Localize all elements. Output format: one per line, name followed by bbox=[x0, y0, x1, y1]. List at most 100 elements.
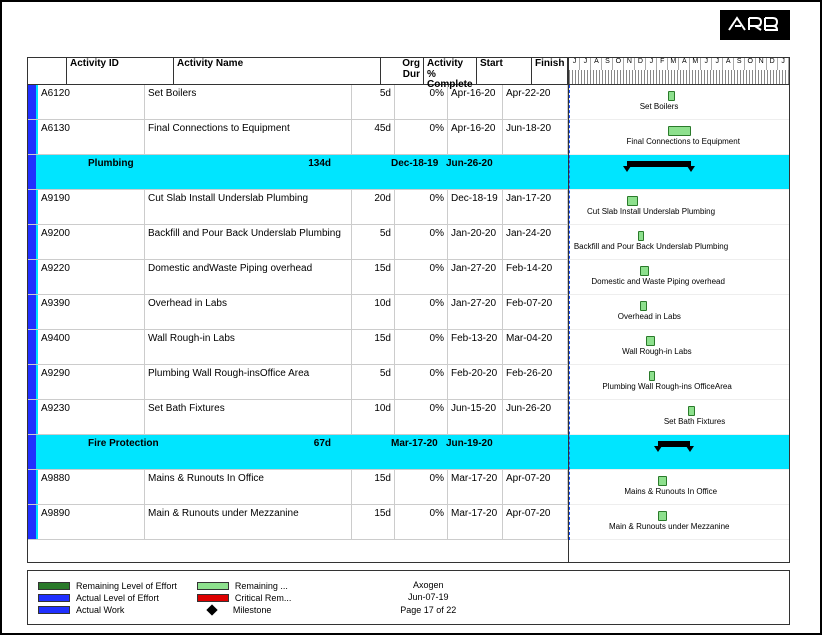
cell-finish: Jun-26-20 bbox=[503, 400, 568, 434]
cell-activity-name: Fire Protection bbox=[85, 435, 292, 469]
cell-pct: 0% bbox=[395, 400, 448, 434]
cell-pct: 0% bbox=[395, 505, 448, 539]
cell-start: Mar-17-20 bbox=[448, 505, 503, 539]
task-bar-label: Backfill and Pour Back Underslab Plumbin… bbox=[574, 242, 728, 251]
cell-finish: Feb-07-20 bbox=[503, 295, 568, 329]
cell-duration: 15d bbox=[352, 470, 395, 504]
cell-activity-id: A9290 bbox=[38, 365, 145, 399]
month-tick: O bbox=[745, 58, 756, 70]
legend-mid: Remaining ... Critical Rem... Milestone bbox=[197, 581, 292, 615]
month-tick: N bbox=[624, 58, 635, 70]
task-bar bbox=[640, 266, 649, 276]
project-name: Axogen bbox=[311, 579, 545, 592]
table-row: A9390Overhead in Labs10d0%Jan-27-20Feb-0… bbox=[28, 295, 568, 330]
cell-duration: 15d bbox=[352, 330, 395, 364]
legend-label: Remaining Level of Effort bbox=[76, 581, 177, 591]
table-row: A9400Wall Rough-in Labs15d0%Feb-13-20Mar… bbox=[28, 330, 568, 365]
task-bar bbox=[638, 231, 644, 241]
gantt-row: Backfill and Pour Back Underslab Plumbin… bbox=[569, 225, 789, 260]
cell-duration: 15d bbox=[352, 505, 395, 539]
month-tick: M bbox=[668, 58, 679, 70]
gantt-row: Final Connections to Equipment bbox=[569, 120, 789, 155]
cell-pct: 0% bbox=[395, 295, 448, 329]
legend-label: Actual Level of Effort bbox=[76, 593, 159, 603]
cell-duration: 134d bbox=[292, 155, 335, 189]
cell-activity-id: A9220 bbox=[38, 260, 145, 294]
cell-activity-id: A9200 bbox=[38, 225, 145, 259]
page: Activity ID Activity Name Org Dur Activi… bbox=[0, 0, 822, 635]
summary-bar bbox=[658, 441, 690, 447]
task-bar bbox=[658, 511, 667, 521]
month-tick: J bbox=[778, 58, 789, 70]
cell-activity-name: Main & Runouts under Mezzanine bbox=[145, 505, 352, 539]
gantt-row: Overhead in Labs bbox=[569, 295, 789, 330]
col-activity-id: Activity ID bbox=[67, 58, 174, 84]
cell-finish: Feb-26-20 bbox=[503, 365, 568, 399]
cell-finish: Jun-26-20 bbox=[443, 155, 568, 189]
col-start: Start bbox=[477, 58, 532, 84]
cell-start: Mar-17-20 bbox=[448, 470, 503, 504]
cell-duration: 10d bbox=[352, 295, 395, 329]
data-columns: Activity ID Activity Name Org Dur Activi… bbox=[28, 58, 569, 562]
gantt-body: Set Boilers Final Connections to Equipmen… bbox=[569, 85, 789, 540]
month-tick: D bbox=[767, 58, 778, 70]
cell-start: Dec-18-19 bbox=[448, 190, 503, 224]
month-tick: S bbox=[734, 58, 745, 70]
cell-activity-name: Backfill and Pour Back Underslab Plumbin… bbox=[145, 225, 352, 259]
col-duration: Org Dur bbox=[381, 58, 424, 84]
cell-pct: 0% bbox=[395, 225, 448, 259]
cell-pct: 0% bbox=[395, 365, 448, 399]
data-date-line bbox=[569, 85, 570, 540]
gantt-row: Set Bath Fixtures bbox=[569, 400, 789, 435]
timescale-hatches bbox=[569, 70, 789, 84]
cell-activity-id: A6130 bbox=[38, 120, 145, 154]
month-tick: A bbox=[591, 58, 602, 70]
task-bar bbox=[640, 301, 647, 311]
task-bar-label: Set Boilers bbox=[640, 102, 679, 111]
cell-start: Jan-27-20 bbox=[448, 295, 503, 329]
cell-pct bbox=[335, 155, 388, 189]
task-bar-label: Final Connections to Equipment bbox=[627, 137, 740, 146]
cell-activity-id: A9390 bbox=[38, 295, 145, 329]
cell-pct: 0% bbox=[395, 190, 448, 224]
cell-activity-id bbox=[38, 155, 85, 189]
cell-finish: Mar-04-20 bbox=[503, 330, 568, 364]
cell-finish: Feb-14-20 bbox=[503, 260, 568, 294]
gantt-row: Cut Slab Install Underslab Plumbing bbox=[569, 190, 789, 225]
cell-finish: Apr-22-20 bbox=[503, 85, 568, 119]
cell-pct: 0% bbox=[395, 85, 448, 119]
col-activity-name: Activity Name bbox=[174, 58, 381, 84]
cell-activity-name: Mains & Runouts In Office bbox=[145, 470, 352, 504]
legend-footer: Remaining Level of Effort Actual Level o… bbox=[27, 570, 790, 625]
legend-label: Remaining ... bbox=[235, 581, 288, 591]
swatch-remaining-loe bbox=[38, 582, 70, 590]
rows-container: A6120Set Boilers5d0%Apr-16-20Apr-22-20A6… bbox=[28, 85, 568, 562]
table-row: A9200Backfill and Pour Back Underslab Pl… bbox=[28, 225, 568, 260]
gantt-row: Main & Runouts under Mezzanine bbox=[569, 505, 789, 540]
gantt-row bbox=[569, 435, 789, 470]
month-tick: S bbox=[602, 58, 613, 70]
swatch-critical bbox=[197, 594, 229, 602]
table-row: A9220Domestic andWaste Piping overhead15… bbox=[28, 260, 568, 295]
cell-finish: Jun-19-20 bbox=[443, 435, 568, 469]
col-pct-complete: Activity % Complete bbox=[424, 58, 477, 84]
cell-start: Dec-18-19 bbox=[388, 155, 443, 189]
cell-activity-name: Wall Rough-in Labs bbox=[145, 330, 352, 364]
swatch-actual-loe bbox=[38, 594, 70, 602]
cell-activity-id: A9880 bbox=[38, 470, 145, 504]
task-bar bbox=[649, 371, 655, 381]
data-date: Jun-07-19 bbox=[311, 591, 545, 604]
gantt-row: Plumbing Wall Rough-ins OfficeArea bbox=[569, 365, 789, 400]
cell-activity-name: Set Boilers bbox=[145, 85, 352, 119]
milestone-icon bbox=[206, 604, 217, 615]
cell-start: Apr-16-20 bbox=[448, 120, 503, 154]
task-bar-label: Main & Runouts under Mezzanine bbox=[609, 522, 730, 531]
cell-activity-name: Plumbing Wall Rough-insOffice Area bbox=[145, 365, 352, 399]
task-bar-label: Wall Rough-in Labs bbox=[622, 347, 692, 356]
month-tick: N bbox=[756, 58, 767, 70]
table-row: A9230Set Bath Fixtures10d0%Jun-15-20Jun-… bbox=[28, 400, 568, 435]
gantt-row: Domestic and Waste Piping overhead bbox=[569, 260, 789, 295]
task-bar-label: Set Bath Fixtures bbox=[664, 417, 725, 426]
cell-activity-id: A9190 bbox=[38, 190, 145, 224]
cell-activity-id: A9890 bbox=[38, 505, 145, 539]
